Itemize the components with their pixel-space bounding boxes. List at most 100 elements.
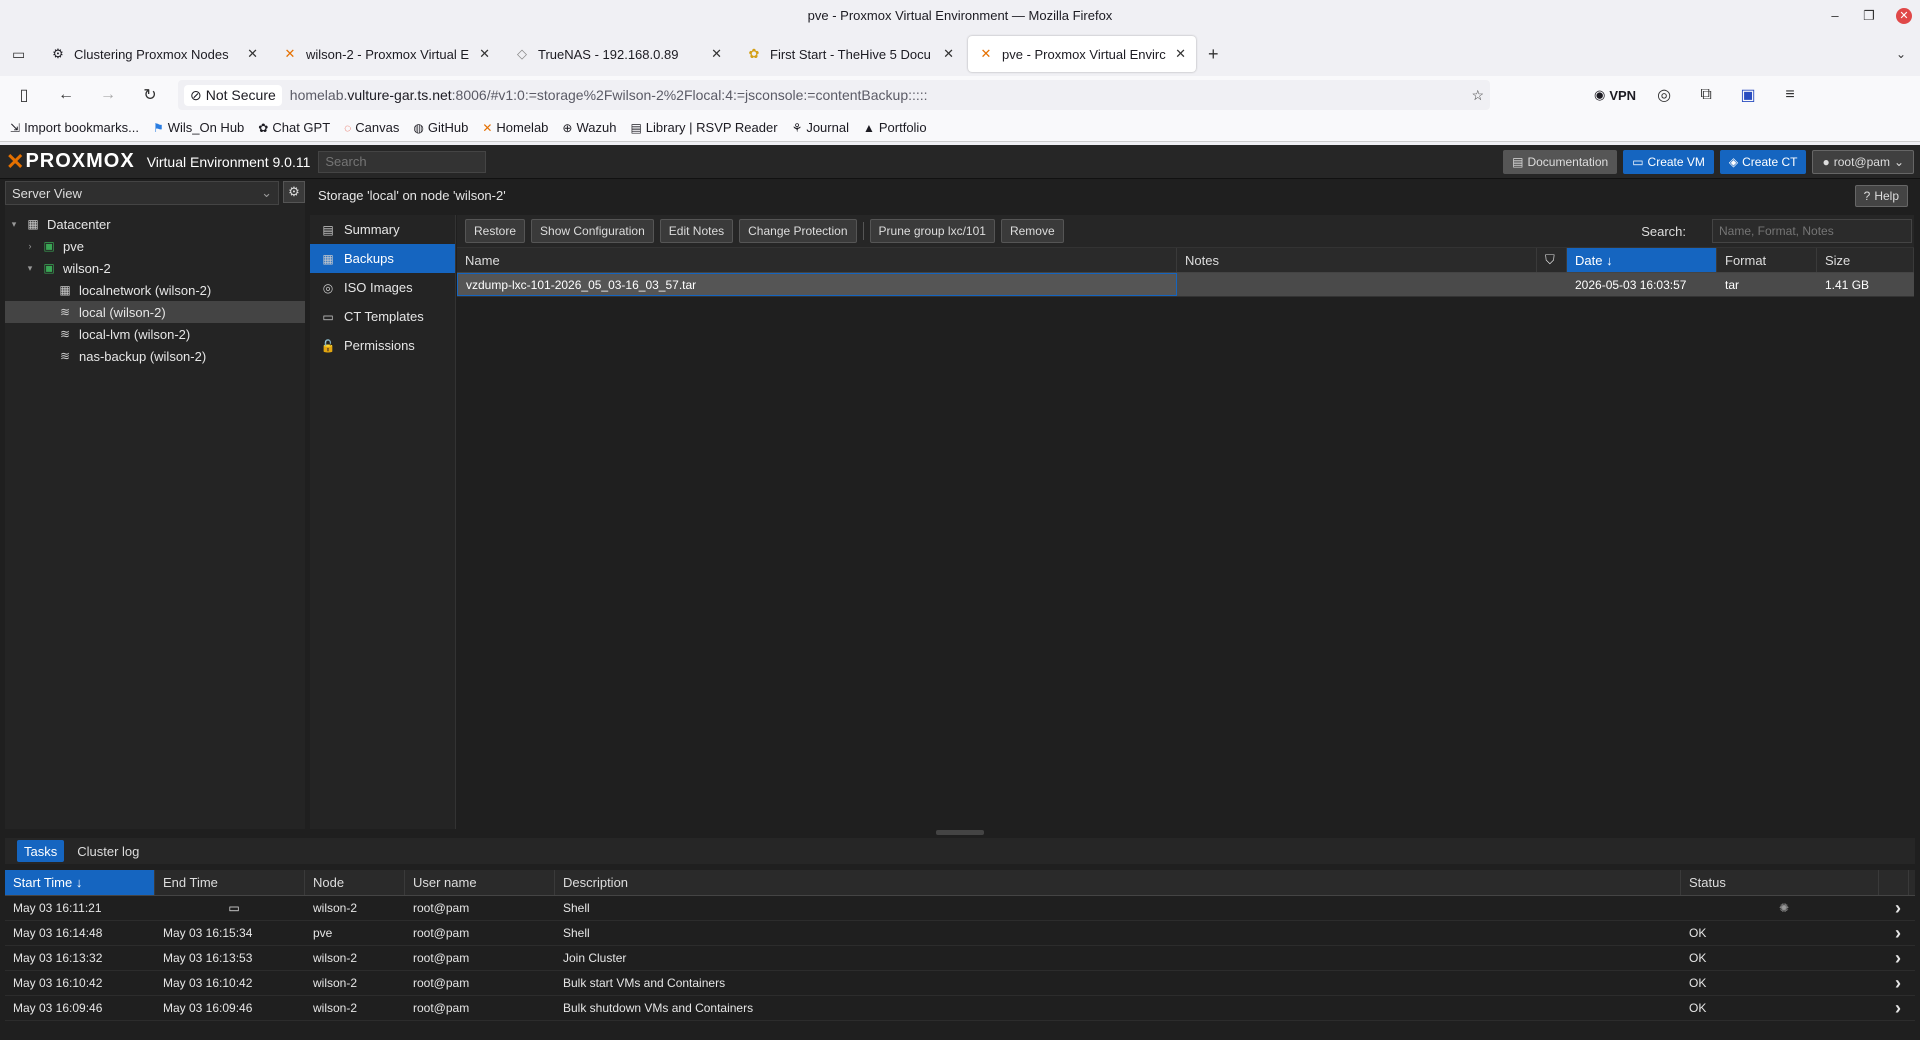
global-search-input[interactable] xyxy=(318,150,487,173)
tree-node[interactable]: ▾ ▣ wilson-2 xyxy=(5,257,305,279)
column-description[interactable]: Description xyxy=(555,870,1681,895)
menu-item-iso-images[interactable]: ◎ ISO Images xyxy=(310,273,455,302)
column-format[interactable]: Format xyxy=(1717,248,1817,272)
tab-cluster-log[interactable]: Cluster log xyxy=(70,840,146,862)
bookmark-item[interactable]: ⇲ Import bookmarks... xyxy=(10,120,139,135)
tree-node[interactable]: ≋ local-lvm (wilson-2) xyxy=(5,323,305,345)
help-button[interactable]: ? Help xyxy=(1854,185,1908,207)
chevron-right-icon[interactable]: › xyxy=(25,241,35,251)
not-secure-badge[interactable]: ⊘ Not Secure xyxy=(184,84,282,106)
user-icon: ● xyxy=(1822,154,1830,169)
column-protected[interactable]: ⛉ xyxy=(1537,248,1567,272)
browser-tab[interactable]: ◇ TrueNAS - 192.168.0.89 ✕ xyxy=(504,36,732,72)
cell-start: May 03 16:13:32 xyxy=(13,951,103,965)
reload-icon[interactable]: ↻ xyxy=(136,85,164,105)
view-selector[interactable]: Server View ⌄ xyxy=(5,181,279,205)
column-end-time[interactable]: End Time xyxy=(155,870,305,895)
panel-splitter[interactable] xyxy=(0,830,1920,838)
remove-button[interactable]: Remove xyxy=(1000,219,1064,243)
task-row[interactable]: May 03 16:09:46 May 03 16:09:46 wilson-2 ro… xyxy=(5,996,1915,1021)
list-tabs-icon[interactable]: ⌄ xyxy=(1896,47,1906,61)
menu-item-backups[interactable]: ▦ Backups xyxy=(310,244,455,273)
close-tab-icon[interactable]: ✕ xyxy=(711,46,722,62)
task-row[interactable]: May 03 16:10:42 May 03 16:10:42 wilson-2 ro… xyxy=(5,971,1915,996)
close-tab-icon[interactable]: ✕ xyxy=(1175,46,1186,62)
tree-node[interactable]: ≋ local (wilson-2) xyxy=(5,301,305,323)
back-icon[interactable]: ← xyxy=(52,86,80,104)
gear-icon[interactable]: ⚙ xyxy=(283,181,305,203)
chevron-right-icon[interactable]: › xyxy=(1879,921,1909,945)
bookmark-item[interactable]: ✿ Chat GPT xyxy=(258,120,330,135)
menu-icon[interactable]: ≡ xyxy=(1776,86,1804,104)
column-size[interactable]: Size xyxy=(1817,248,1914,272)
bookmark-item[interactable]: ✕ Homelab xyxy=(482,120,548,135)
column-start-time[interactable]: Start Time ↓ xyxy=(5,870,155,895)
browser-tab-active[interactable]: ✕ pve - Proxmox Virtual Envirc ✕ xyxy=(968,36,1196,72)
bookmark-item[interactable]: ◍ GitHub xyxy=(413,120,468,135)
chevron-right-icon[interactable]: › xyxy=(1879,996,1909,1020)
user-menu-button[interactable]: ● root@pam ⌄ xyxy=(1812,149,1914,174)
menu-item-summary[interactable]: ▤ Summary xyxy=(310,215,455,244)
close-window-icon[interactable]: ✕ xyxy=(1896,8,1912,24)
task-row[interactable]: May 03 16:14:48 May 03 16:15:34 pve root@pa… xyxy=(5,921,1915,946)
url-bar[interactable]: ⊘ Not Secure homelab.vulture-gar.ts.net:8… xyxy=(178,80,1490,110)
column-date[interactable]: Date ↓ xyxy=(1567,248,1717,272)
vpn-button[interactable]: ◉ VPN xyxy=(1594,87,1636,103)
column-node[interactable]: Node xyxy=(305,870,405,895)
console-icon[interactable]: ▭ xyxy=(228,901,239,915)
chevron-right-icon[interactable]: › xyxy=(1879,946,1909,970)
column-status[interactable]: Status xyxy=(1681,870,1879,895)
account-icon[interactable]: ◎ xyxy=(1650,85,1678,105)
maximize-icon[interactable]: ❐ xyxy=(1862,0,1876,32)
close-tab-icon[interactable]: ✕ xyxy=(943,46,954,62)
chevron-right-icon[interactable]: › xyxy=(1879,971,1909,995)
chevron-right-icon[interactable]: › xyxy=(1879,896,1909,920)
create-vm-button[interactable]: ▭ Create VM xyxy=(1623,149,1714,174)
backup-search-input[interactable] xyxy=(1712,219,1912,243)
extensions-icon[interactable]: ⧉ xyxy=(1692,86,1720,104)
edit-notes-button[interactable]: Edit Notes xyxy=(659,219,734,243)
minimize-icon[interactable]: – xyxy=(1828,0,1842,32)
browser-tab[interactable]: ✿ First Start - TheHive 5 Docu ✕ xyxy=(736,36,964,72)
splitter-handle[interactable] xyxy=(936,830,984,835)
chevron-down-icon[interactable]: ▾ xyxy=(9,219,19,230)
table-row[interactable]: vzdump-lxc-101-2026_05_03-16_03_57.tar 20… xyxy=(457,273,1914,297)
menu-item-ct-templates[interactable]: ▭ CT Templates xyxy=(310,302,455,331)
browser-tab[interactable]: ✕ wilson-2 - Proxmox Virtual E ✕ xyxy=(272,36,500,72)
documentation-button[interactable]: ▤ Documentation xyxy=(1503,149,1618,174)
url-text[interactable]: homelab.vulture-gar.ts.net:8006/#v1:0:=s… xyxy=(290,87,1464,103)
tab-overview-icon[interactable]: ▭ xyxy=(12,46,36,63)
sidebar-icon[interactable]: ▯ xyxy=(10,85,38,105)
change-protection-button[interactable]: Change Protection xyxy=(739,219,857,243)
menu-item-permissions[interactable]: 🔓 Permissions xyxy=(310,331,455,360)
column-name[interactable]: Name xyxy=(457,248,1177,272)
tree-node[interactable]: ≋ nas-backup (wilson-2) xyxy=(5,345,305,367)
create-ct-button[interactable]: ◈ Create CT xyxy=(1719,149,1807,174)
bookmark-item[interactable]: ⚘ Journal xyxy=(792,120,849,135)
close-tab-icon[interactable]: ✕ xyxy=(479,46,490,62)
bookmark-item[interactable]: ⊕ Wazuh xyxy=(562,120,616,135)
bookmark-item[interactable]: ▤ Library | RSVP Reader xyxy=(630,120,777,135)
bookmark-star-icon[interactable]: ☆ xyxy=(1471,87,1484,104)
restore-button[interactable]: Restore xyxy=(465,219,526,243)
chevron-down-icon[interactable]: ▾ xyxy=(25,263,35,274)
extension-icon[interactable]: ▣ xyxy=(1734,85,1762,105)
tree-node[interactable]: ▦ localnetwork (wilson-2) xyxy=(5,279,305,301)
column-user[interactable]: User name xyxy=(405,870,555,895)
new-tab-icon[interactable]: + xyxy=(1208,44,1219,65)
browser-tab[interactable]: ⚙ Clustering Proxmox Nodes ✕ xyxy=(40,36,268,72)
show-configuration-button[interactable]: Show Configuration xyxy=(531,219,654,243)
tree-node[interactable]: › ▣ pve xyxy=(5,235,305,257)
close-tab-icon[interactable]: ✕ xyxy=(247,46,258,62)
bookmark-item[interactable]: ◌ Canvas xyxy=(344,120,399,135)
cell-end: ▭ xyxy=(155,896,305,920)
task-row[interactable]: May 03 16:13:32 May 03 16:13:53 wilson-2 ro… xyxy=(5,946,1915,971)
task-row[interactable]: May 03 16:11:21 ▭ wilson-2 root@pam Shell ✺ › xyxy=(5,896,1915,921)
prune-group-lxc-101-button[interactable]: Prune group lxc/101 xyxy=(869,219,995,243)
tab-tasks[interactable]: Tasks xyxy=(17,840,65,862)
tree-node[interactable]: ▾ ▦ Datacenter xyxy=(5,213,305,235)
forward-icon[interactable]: → xyxy=(94,86,122,104)
bookmark-item[interactable]: ⚑ Wils_On Hub xyxy=(153,120,244,135)
column-notes[interactable]: Notes xyxy=(1177,248,1537,272)
bookmark-item[interactable]: ▲ Portfolio xyxy=(863,120,927,135)
